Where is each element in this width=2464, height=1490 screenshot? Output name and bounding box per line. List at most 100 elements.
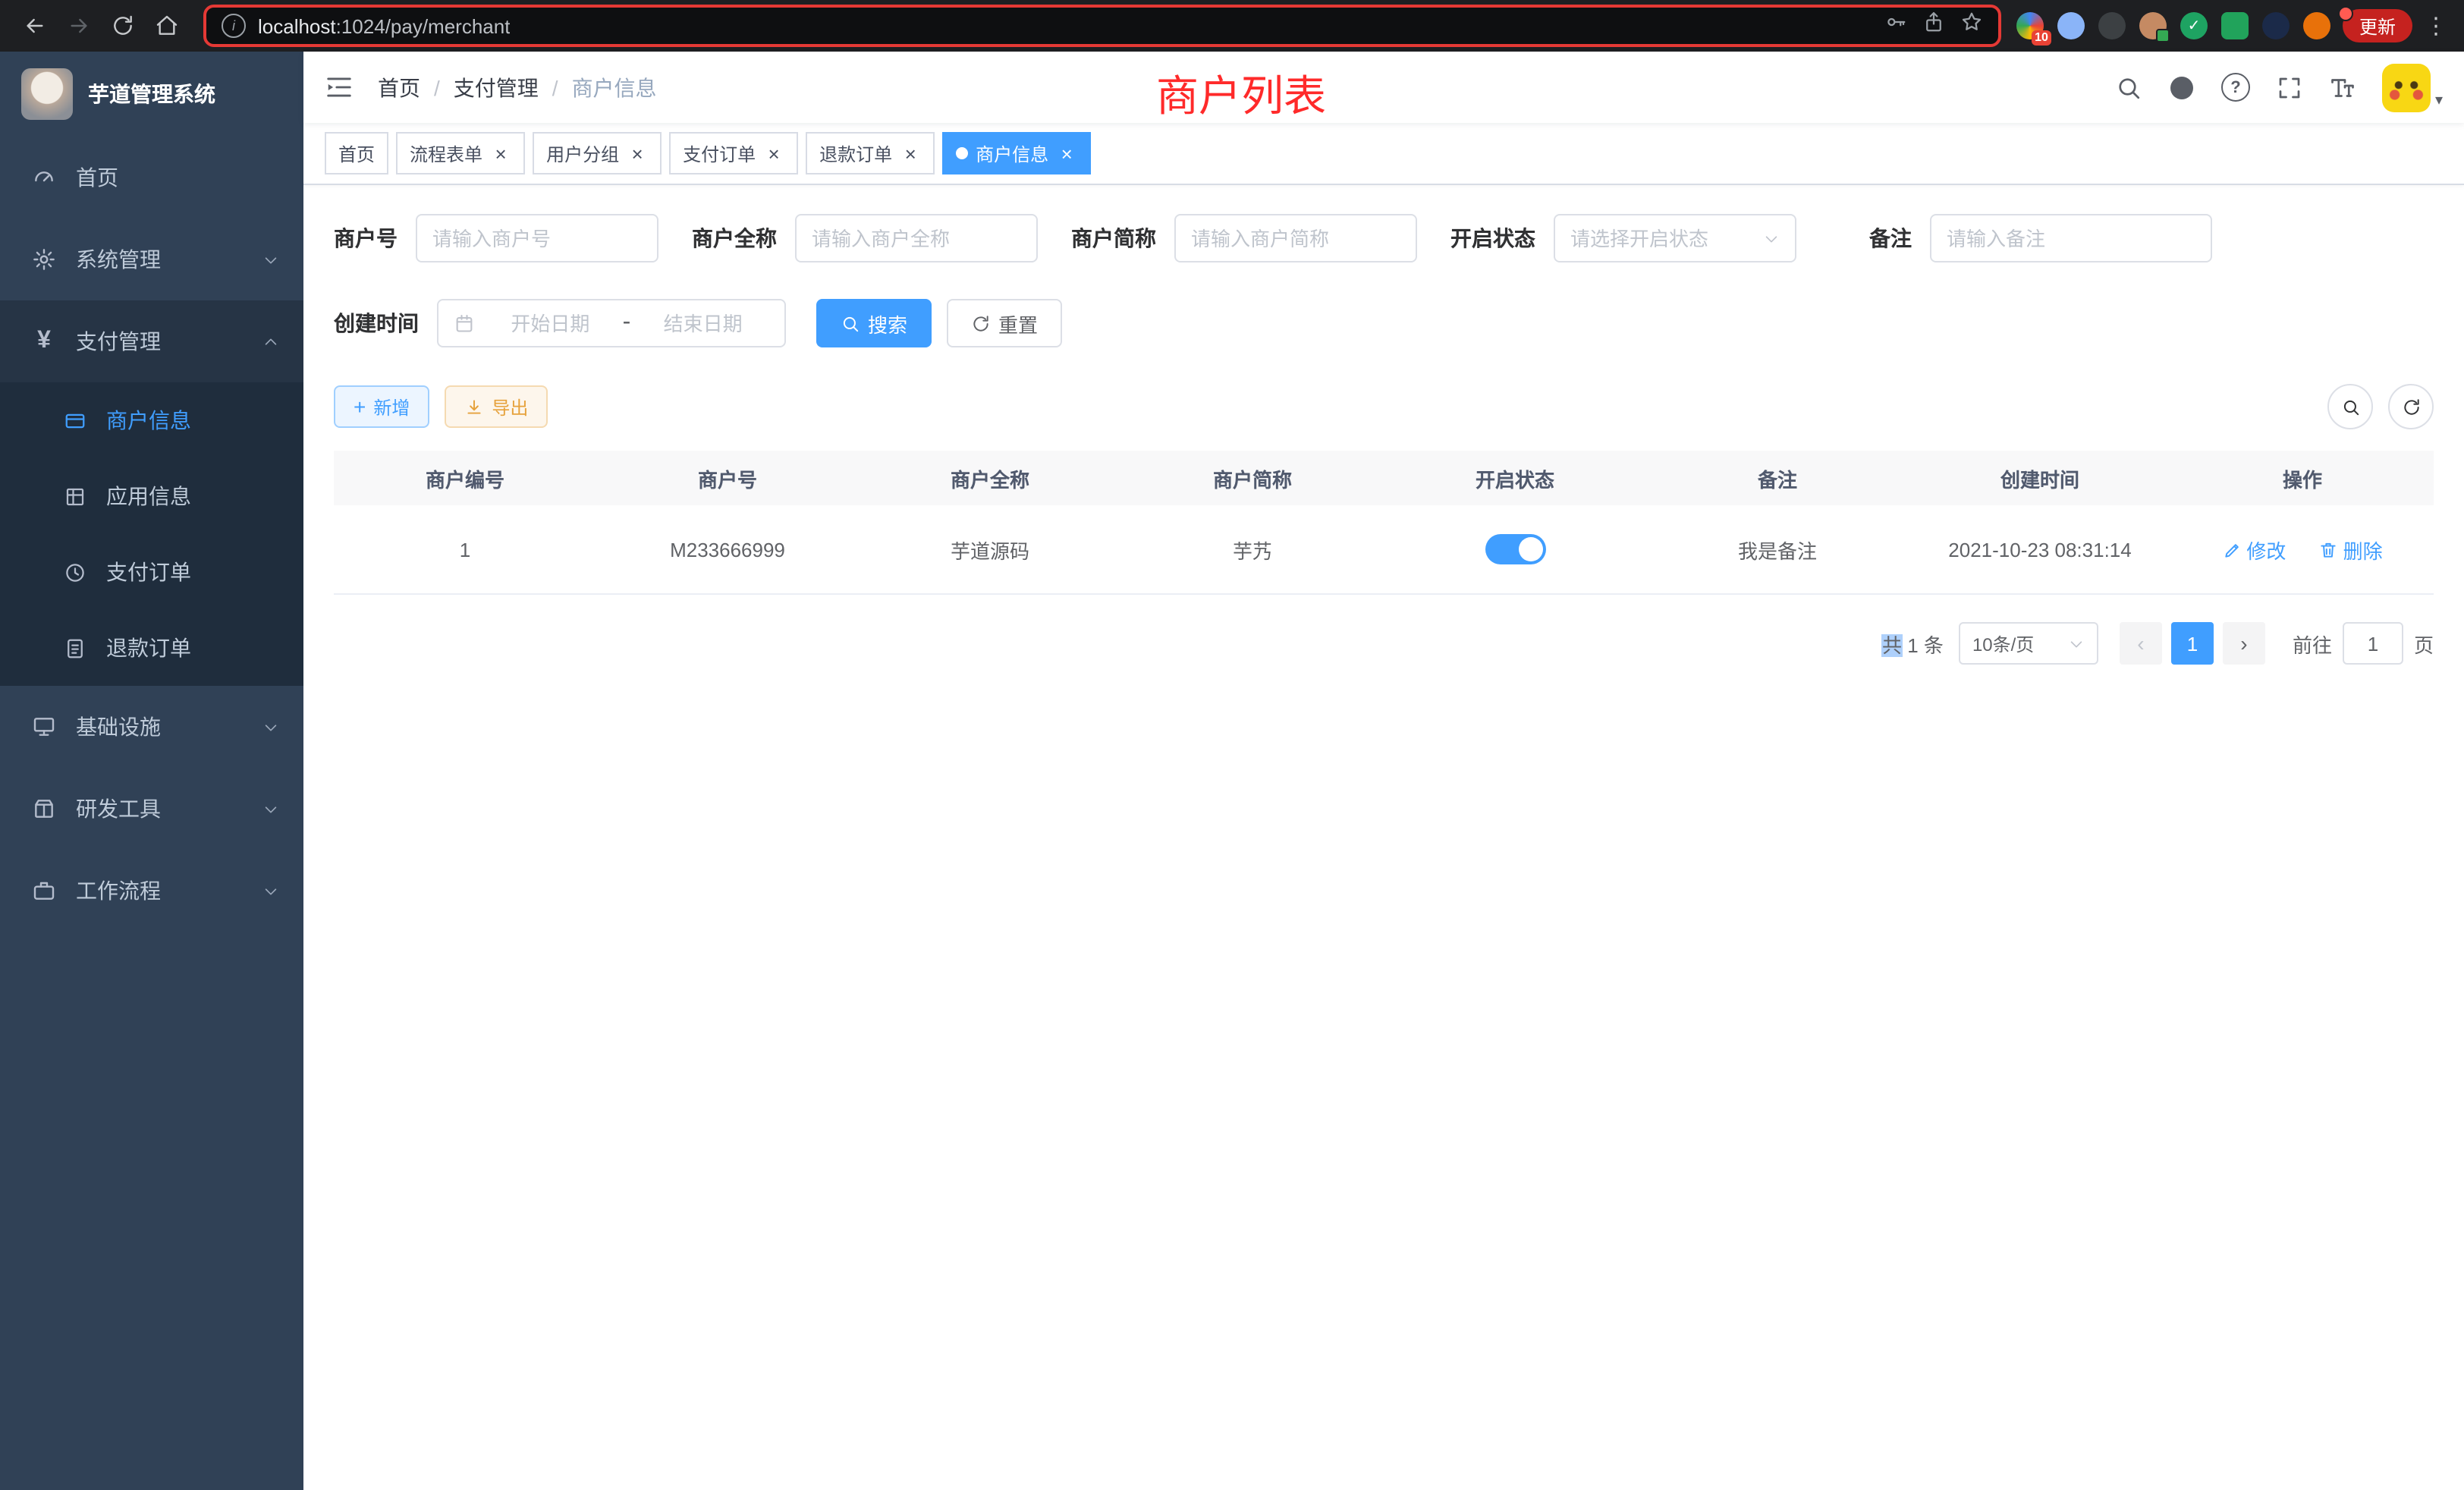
home-icon[interactable] <box>147 6 187 46</box>
column-header: 商户简称 <box>1121 451 1384 505</box>
reload-icon[interactable] <box>103 6 143 46</box>
tab-home[interactable]: 首页 <box>325 132 388 174</box>
status-select[interactable] <box>1554 214 1796 262</box>
field-label: 开启状态 <box>1450 223 1535 253</box>
table-header-row: 商户编号 商户号 商户全称 商户简称 开启状态 备注 创建时间 操作 <box>334 451 2434 505</box>
hamburger-icon[interactable] <box>325 73 354 102</box>
tab-pay-order[interactable]: 支付订单× <box>669 132 798 174</box>
sidebar-item-label: 首页 <box>76 162 118 193</box>
extension-icon-8[interactable] <box>2303 12 2330 39</box>
search-icon[interactable] <box>2115 74 2142 101</box>
edit-link[interactable]: 修改 <box>2222 535 2286 564</box>
filter-merchant-name: 商户全称 <box>692 214 1038 262</box>
sidebar-item-refund-order[interactable]: 退款订单 <box>0 610 303 686</box>
sidebar-logo[interactable]: 芋道管理系统 <box>0 52 303 137</box>
goto-page-input[interactable] <box>2343 622 2403 665</box>
back-icon[interactable] <box>15 6 55 46</box>
user-menu[interactable]: ▾ <box>2382 63 2443 112</box>
delete-link[interactable]: 删除 <box>2319 535 2383 564</box>
tags-view: 首页 流程表单× 用户分组× 支付订单× 退款订单× 商户信息× <box>303 123 2464 185</box>
browser-toolbar: i localhost:1024/pay/merchant 10 ✓ 更新 ⋮ <box>0 0 2464 52</box>
extension-icon-7[interactable] <box>2262 12 2290 39</box>
filter-merchant-short: 商户简称 <box>1071 214 1417 262</box>
extension-icon-4[interactable] <box>2139 12 2167 39</box>
dashboard-icon <box>30 165 58 190</box>
merchant-no-input[interactable] <box>416 214 658 262</box>
close-icon[interactable]: × <box>627 143 648 164</box>
merchant-name-input[interactable] <box>795 214 1038 262</box>
reset-button[interactable]: 重置 <box>947 299 1062 347</box>
fullscreen-icon[interactable] <box>2276 74 2303 101</box>
tab-process-form[interactable]: 流程表单× <box>396 132 525 174</box>
address-bar[interactable]: i localhost:1024/pay/merchant <box>203 5 2001 47</box>
search-button[interactable]: 搜索 <box>816 299 932 347</box>
page-size-select[interactable]: 10条/页 <box>1959 622 2098 665</box>
site-info-icon[interactable]: i <box>222 14 246 38</box>
share-icon[interactable] <box>1922 11 1945 41</box>
tab-user-group[interactable]: 用户分组× <box>533 132 662 174</box>
close-icon[interactable]: × <box>763 143 784 164</box>
column-header: 商户全称 <box>859 451 1121 505</box>
column-header: 创建时间 <box>1909 451 2171 505</box>
sidebar-item-label: 支付管理 <box>76 326 161 357</box>
extension-icon-1[interactable]: 10 <box>2016 12 2044 39</box>
sidebar-item-label: 退款订单 <box>106 633 191 663</box>
pagination-total: 共 1 条 <box>1882 629 1944 658</box>
pagination: 共 1 条 10条/页 ‹ 1 › 前往 页 <box>334 622 2434 665</box>
tab-refund-order[interactable]: 退款订单× <box>806 132 935 174</box>
card-icon <box>61 409 88 432</box>
update-dot-badge <box>2338 6 2353 21</box>
sidebar-item-label: 应用信息 <box>106 481 191 511</box>
sidebar-item-payment[interactable]: ¥ 支付管理 <box>0 300 303 382</box>
extension-icon-6[interactable] <box>2221 12 2249 39</box>
field-label: 商户全称 <box>692 223 777 253</box>
url-text[interactable]: localhost:1024/pay/merchant <box>258 14 510 37</box>
breadcrumb-payment[interactable]: 支付管理 <box>454 72 539 102</box>
merchant-short-input[interactable] <box>1174 214 1417 262</box>
prev-page-button[interactable]: ‹ <box>2120 622 2162 665</box>
browser-update-button[interactable]: 更新 <box>2343 9 2412 42</box>
breadcrumb-separator: / <box>552 75 558 99</box>
export-button[interactable]: 导出 <box>445 385 548 428</box>
sidebar-item-merchant-info[interactable]: 商户信息 <box>0 382 303 458</box>
sidebar-item-pay-order[interactable]: 支付订单 <box>0 534 303 610</box>
add-button[interactable]: + 新增 <box>334 385 429 428</box>
sidebar-item-workflow[interactable]: 工作流程 <box>0 850 303 932</box>
password-key-icon[interactable] <box>1884 11 1907 41</box>
help-icon[interactable]: ? <box>2221 73 2250 102</box>
sidebar-item-label: 系统管理 <box>76 244 161 275</box>
remark-input[interactable] <box>1930 214 2212 262</box>
toggle-search-button[interactable] <box>2327 384 2373 429</box>
sidebar-item-system[interactable]: 系统管理 <box>0 218 303 300</box>
sidebar-item-dev-tools[interactable]: 研发工具 <box>0 768 303 850</box>
page-1-button[interactable]: 1 <box>2171 622 2214 665</box>
browser-menu-icon[interactable]: ⋮ <box>2425 12 2449 39</box>
column-header: 操作 <box>2171 451 2434 505</box>
next-page-button[interactable]: › <box>2223 622 2265 665</box>
bookmark-star-icon[interactable] <box>1960 11 1983 41</box>
close-icon[interactable]: × <box>490 143 511 164</box>
close-icon[interactable]: × <box>900 143 921 164</box>
extension-icon-5[interactable]: ✓ <box>2180 12 2208 39</box>
chevron-down-icon <box>262 882 279 899</box>
field-label: 创建时间 <box>334 308 419 338</box>
refresh-button[interactable] <box>2388 384 2434 429</box>
payment-submenu: 商户信息 应用信息 支付订单 退款订单 <box>0 382 303 686</box>
extension-icon-3[interactable] <box>2098 12 2126 39</box>
tab-merchant-info[interactable]: 商户信息× <box>942 132 1091 174</box>
status-toggle[interactable] <box>1485 534 1545 564</box>
monitor-icon <box>30 715 58 739</box>
date-range-input[interactable]: - <box>437 299 786 347</box>
github-icon[interactable] <box>2168 74 2195 101</box>
sidebar-item-infrastructure[interactable]: 基础设施 <box>0 686 303 768</box>
font-size-icon[interactable] <box>2329 74 2356 101</box>
breadcrumb-home[interactable]: 首页 <box>378 72 420 102</box>
close-icon[interactable]: × <box>1056 143 1077 164</box>
forward-icon[interactable] <box>59 6 99 46</box>
extension-icon-2[interactable] <box>2057 12 2085 39</box>
cell-remark: 我是备注 <box>1646 505 1909 594</box>
chevron-down-icon <box>262 718 279 735</box>
sidebar-item-home[interactable]: 首页 <box>0 137 303 218</box>
chevron-up-icon <box>262 333 279 350</box>
sidebar-item-app-info[interactable]: 应用信息 <box>0 458 303 534</box>
